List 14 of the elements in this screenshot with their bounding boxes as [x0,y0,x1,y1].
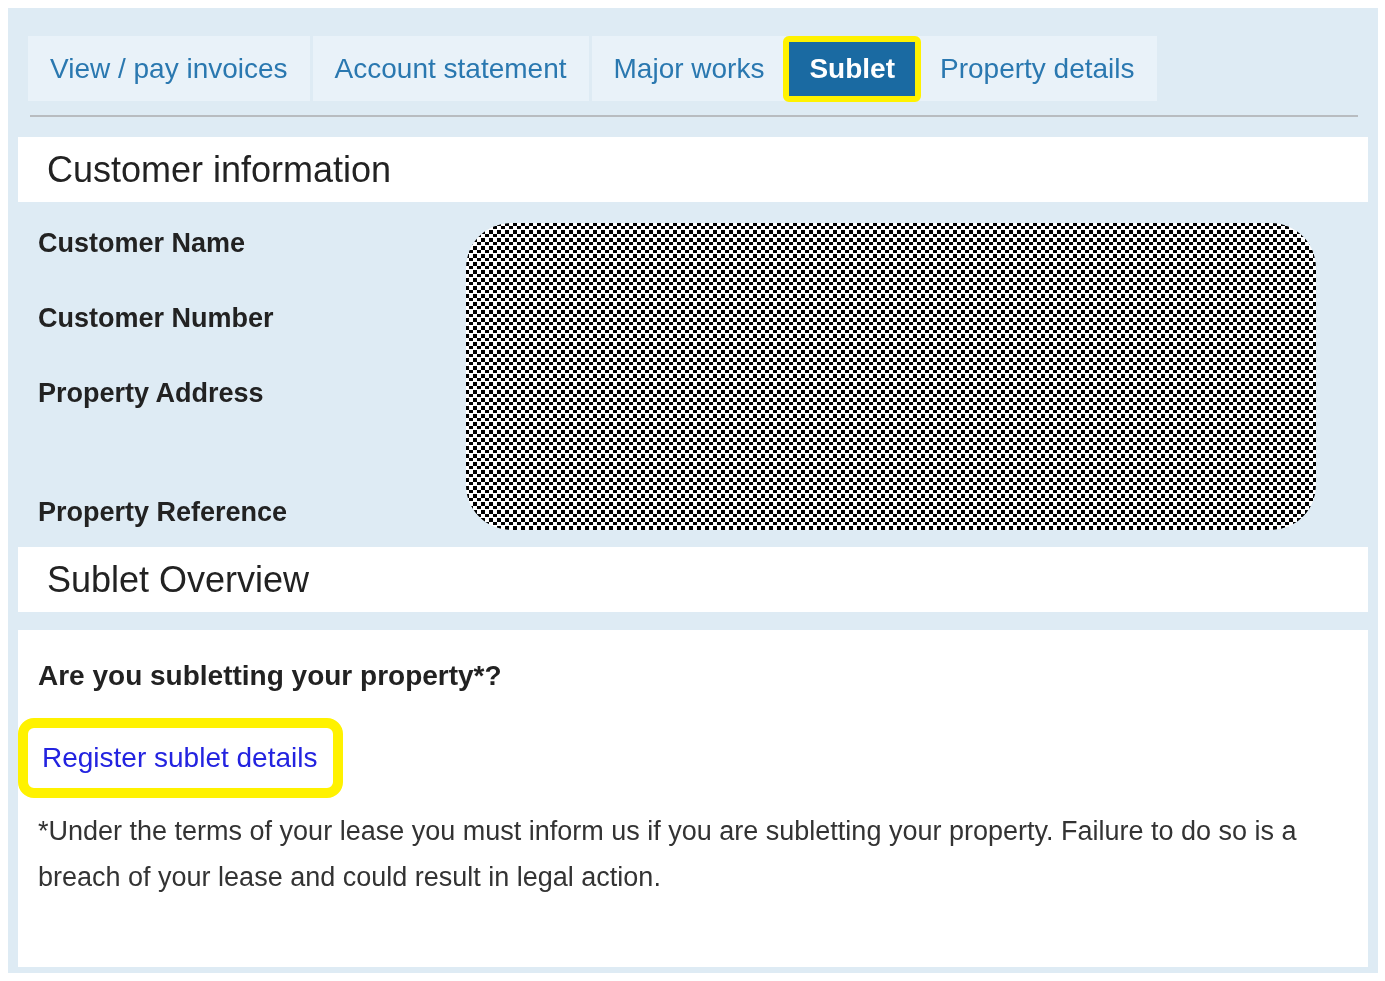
section-header: Customer information [18,137,1368,202]
lease-note: *Under the terms of your lease you must inform us if you are subletting your property. Failure to do so is a breach of your lease and could result in legal action. [38,815,1298,894]
tab[interactable]: Major works [591,36,787,101]
register-link[interactable]: Register sublet details [42,742,318,773]
tab[interactable]: View / pay invoices [28,36,310,101]
section-header: Sublet Overview [18,547,1368,612]
field-label: Property Address [38,377,265,410]
field-label: Property Reference [38,496,289,529]
tab[interactable]: Account statement [312,36,589,101]
question-text: Are you subletting your property*? [38,659,503,693]
field-label: Customer Name [38,227,247,260]
tab[interactable]: Sublet [789,41,915,96]
tab[interactable]: Property details [918,36,1157,101]
field-label: Customer Number [38,302,275,335]
